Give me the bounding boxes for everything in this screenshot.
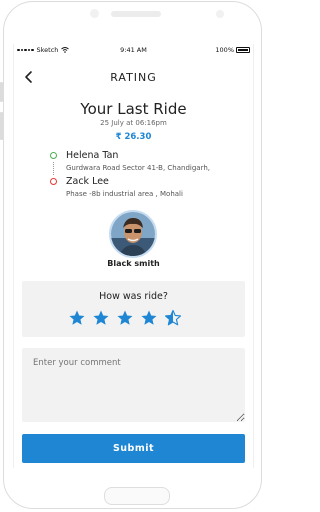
- star-rating[interactable]: [68, 309, 182, 327]
- pickup-dot-icon: [50, 152, 57, 159]
- ride-fare: ₹ 26.30: [115, 132, 152, 142]
- pickup-name: Helena Tan: [66, 150, 119, 161]
- app-screen: Sketch 9:41 AM 100% RATING Your Last Rid…: [13, 44, 254, 468]
- ride-title: Your Last Ride: [80, 100, 187, 118]
- driver-avatar: [109, 210, 157, 258]
- battery-icon: [236, 47, 250, 53]
- comment-input[interactable]: [22, 348, 245, 422]
- star-icon[interactable]: [140, 309, 158, 327]
- driver-name: Black smith: [107, 259, 160, 268]
- ride-date: 25 July at 06:16pm: [100, 119, 167, 127]
- drop-address: Phase -8b industrial area , Mohali: [66, 190, 183, 198]
- submit-button[interactable]: Submit: [22, 434, 245, 463]
- page-title: RATING: [110, 71, 157, 84]
- home-button[interactable]: [104, 487, 170, 505]
- status-bar: Sketch 9:41 AM 100%: [14, 44, 253, 55]
- battery-percent: 100%: [215, 46, 234, 54]
- rating-card: How was ride?: [22, 281, 245, 337]
- side-button: [0, 112, 3, 140]
- half-star-icon[interactable]: [164, 309, 182, 327]
- side-button: [0, 82, 3, 102]
- star-icon[interactable]: [68, 309, 86, 327]
- rating-question: How was ride?: [99, 291, 168, 302]
- pickup-address: Gurdwara Road Sector 41-B, Chandigarh,: [66, 164, 211, 172]
- route-connector: [53, 162, 54, 175]
- drop-name: Zack Lee: [66, 176, 109, 187]
- star-icon[interactable]: [92, 309, 110, 327]
- drop-dot-icon: [50, 178, 57, 185]
- speaker-grille: [111, 11, 161, 17]
- sensor-dot: [216, 10, 224, 18]
- star-icon[interactable]: [116, 309, 134, 327]
- camera-dot: [90, 9, 99, 18]
- driver-photo-icon: [111, 212, 155, 256]
